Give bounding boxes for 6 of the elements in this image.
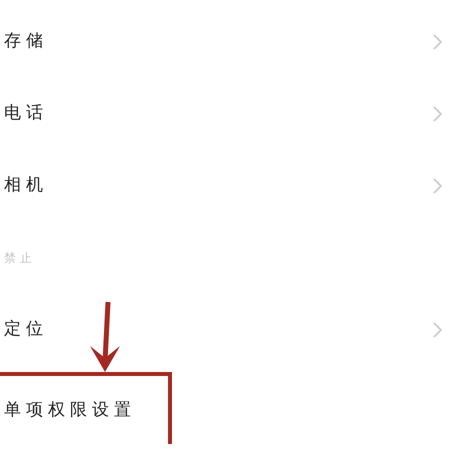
permission-label: 存储 — [3, 30, 48, 54]
permission-label: 电话 — [3, 102, 48, 126]
permission-label: 定位 — [3, 318, 48, 342]
section-header: 禁止 — [3, 250, 36, 267]
permission-label: 相机 — [3, 174, 48, 198]
permission-label: 单项权限设置 — [3, 400, 136, 420]
